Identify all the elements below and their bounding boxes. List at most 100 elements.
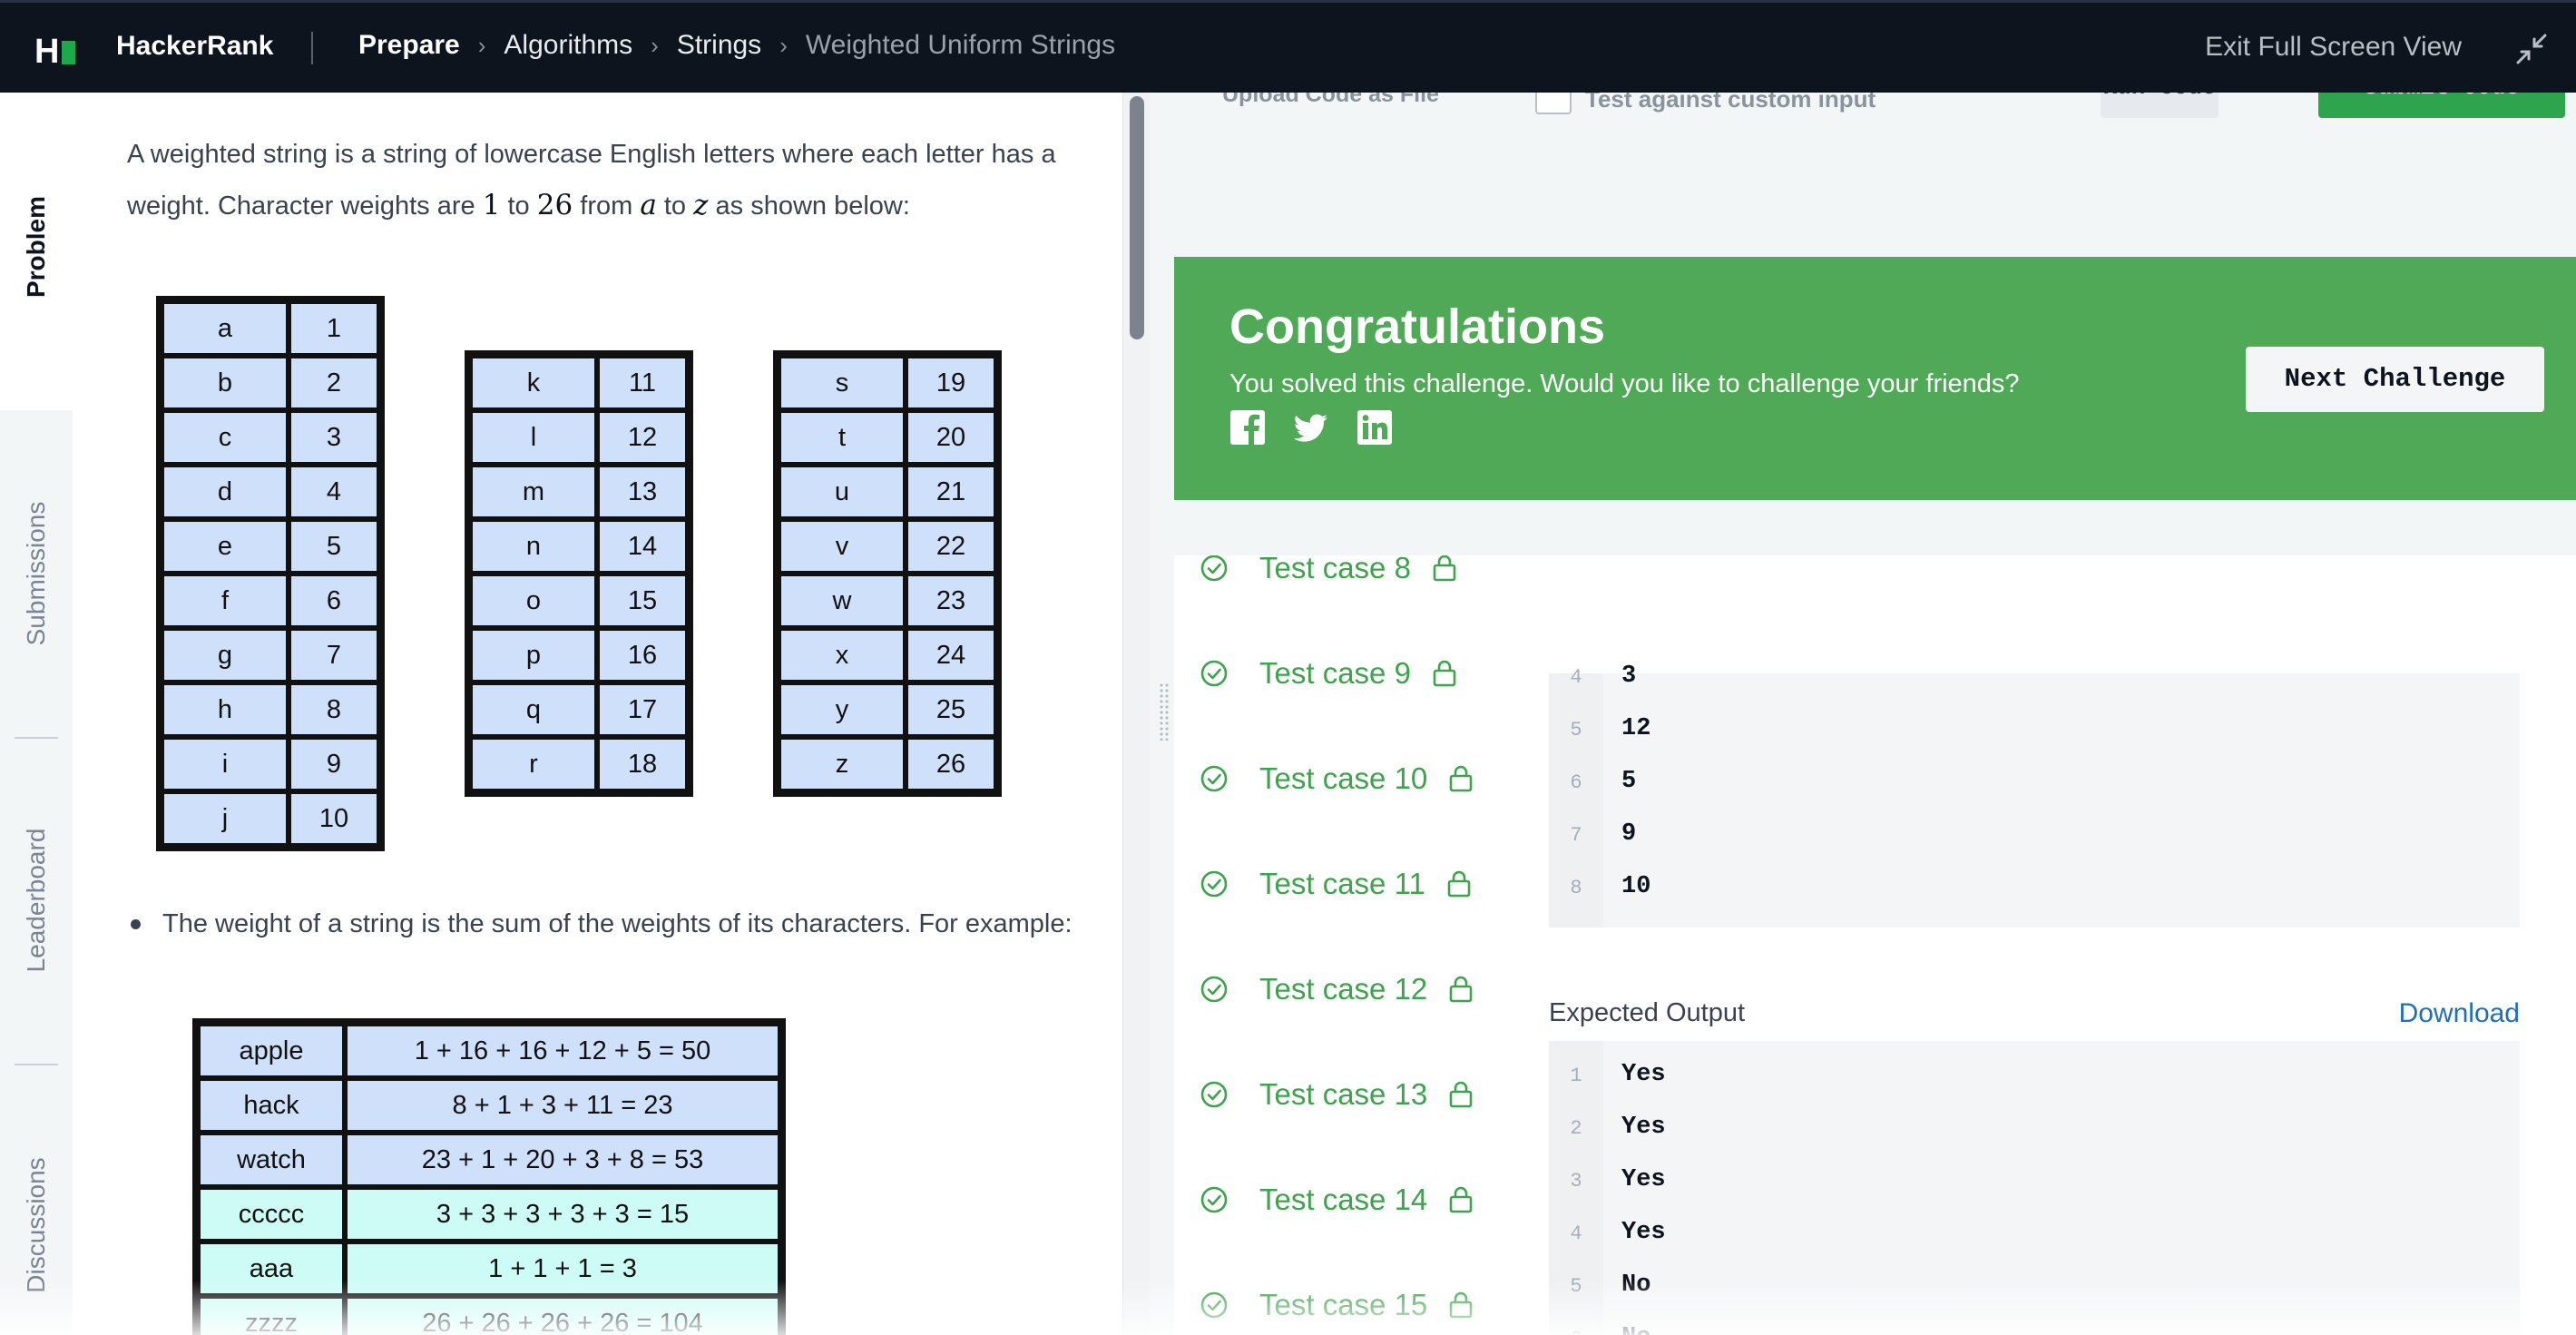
submit-code-button[interactable]: Submit Code <box>2318 93 2565 118</box>
upload-code-link[interactable]: Upload Code as File <box>1222 93 1439 108</box>
test-case-item[interactable]: Test case 10 <box>1200 761 1473 797</box>
input-viewer: 4 3 5 12 6 5 7 9 8 10 <box>1549 663 2520 928</box>
check-circle-icon <box>1200 1291 1228 1319</box>
line-number: 8 <box>1570 877 1582 899</box>
breadcrumb-prepare[interactable]: Prepare <box>358 30 460 61</box>
exit-fullscreen-link[interactable]: Exit Full Screen View <box>2205 32 2462 63</box>
test-case-item[interactable]: Test case 13 <box>1200 1076 1473 1113</box>
weight-row: g7 <box>162 628 379 682</box>
letter-cell: z <box>779 737 906 791</box>
test-case-item[interactable]: Test case 8 <box>1200 555 1456 586</box>
intro-from: from <box>580 191 633 221</box>
weight-cell: 13 <box>597 465 688 519</box>
output-value: Yes <box>1621 1114 1666 1141</box>
weight-row: s 19 <box>779 356 996 410</box>
test-case-item[interactable]: Test case 9 <box>1200 655 1456 692</box>
collapse-arrows-icon[interactable] <box>2516 34 2547 64</box>
lock-icon <box>1449 976 1473 1003</box>
intro-to-2: to <box>663 191 687 221</box>
linkedin-icon[interactable] <box>1357 409 1393 446</box>
tab-divider <box>15 1064 58 1065</box>
line-number: 5 <box>1570 1275 1582 1298</box>
letter-cell: p <box>470 628 597 682</box>
line-value: 3 <box>1621 663 1637 690</box>
breadcrumb-strings[interactable]: Strings <box>677 30 761 61</box>
line-number: 7 <box>1570 824 1582 847</box>
line-value: 5 <box>1621 768 1637 795</box>
brand-name[interactable]: HackerRank <box>116 31 273 62</box>
weight-cell: 12 <box>597 410 688 465</box>
weight-row: r 18 <box>470 737 688 791</box>
example-word: watch <box>198 1133 345 1187</box>
weight-row: l 12 <box>470 410 688 465</box>
letter-cell: y <box>779 682 906 737</box>
weight-cell: 10 <box>289 791 379 846</box>
weights-table-s-z: s 19 t 20 u 21 v 22 w 23 x 24 y 25 z 26 <box>773 350 1002 797</box>
test-case-item[interactable]: Test case 15 <box>1200 1287 1473 1323</box>
weight-row: q 17 <box>470 682 688 737</box>
check-circle-icon <box>1200 660 1228 687</box>
hackerrank-logo[interactable]: H <box>34 33 76 72</box>
top-navbar: H HackerRank Prepare › Algorithms › Stri… <box>0 0 2576 93</box>
social-share-buttons <box>1229 409 1393 446</box>
example-word: aaa <box>198 1242 345 1296</box>
test-case-item[interactable]: Test case 12 <box>1200 971 1473 1007</box>
breadcrumb-algorithms[interactable]: Algorithms <box>504 30 632 61</box>
weight-cell: 17 <box>597 682 688 737</box>
lock-icon <box>1449 1081 1473 1108</box>
example-sum: 1 + 1 + 1 = 3 <box>345 1242 780 1296</box>
facebook-icon[interactable] <box>1229 409 1266 446</box>
lock-icon <box>1447 870 1471 898</box>
line-value: 9 <box>1621 820 1637 848</box>
letter-cell: e <box>162 519 289 574</box>
scrollbar-thumb[interactable] <box>1130 96 1144 339</box>
output-value: Yes <box>1621 1166 1666 1193</box>
example-row: apple 1 + 16 + 16 + 12 + 5 = 50 <box>198 1024 780 1078</box>
next-challenge-button[interactable]: Next Challenge <box>2246 347 2544 412</box>
example-sum: 23 + 1 + 20 + 3 + 8 = 53 <box>345 1133 780 1187</box>
example-word: hack <box>198 1078 345 1133</box>
weight-cell: 22 <box>906 519 996 574</box>
lock-icon <box>1433 660 1456 687</box>
lock-icon <box>1433 555 1456 582</box>
problem-scrollbar[interactable] <box>1122 93 1150 1335</box>
line-number: 4 <box>1570 1222 1582 1245</box>
example-sum: 3 + 3 + 3 + 3 + 3 = 15 <box>345 1187 780 1242</box>
tab-problem[interactable]: Problem <box>22 196 51 298</box>
weight-cell: 6 <box>289 574 379 628</box>
download-link[interactable]: Download <box>2399 998 2520 1029</box>
sidebar-tabs: Problem Submissions Leaderboard Discussi… <box>0 93 73 1335</box>
weight-cell: 18 <box>597 737 688 791</box>
twitter-icon[interactable] <box>1293 409 1329 446</box>
weight-row: i9 <box>162 737 379 791</box>
weight-row: j 10 <box>162 791 379 846</box>
letter-cell: s <box>779 356 906 410</box>
line-value: 12 <box>1621 715 1651 742</box>
tab-submissions[interactable]: Submissions <box>22 502 51 646</box>
run-code-button[interactable]: Run Code <box>2101 93 2218 118</box>
letter-cell: r <box>470 737 597 791</box>
line-number: 6 <box>1570 771 1582 794</box>
weight-row: o 15 <box>470 574 688 628</box>
tab-discussions[interactable]: Discussions <box>22 1157 51 1292</box>
custom-input-checkbox[interactable] <box>1535 93 1572 114</box>
expected-output-label: Expected Output <box>1549 998 1746 1027</box>
resize-handle[interactable] <box>1159 682 1170 741</box>
logo-green-bar <box>62 40 76 64</box>
letter-cell: b <box>162 356 289 410</box>
breadcrumb-current: Weighted Uniform Strings <box>805 30 1116 60</box>
example-sum: 26 + 26 + 26 + 26 = 104 <box>345 1296 780 1335</box>
intro-to: to <box>507 191 530 221</box>
tab-leaderboard[interactable]: Leaderboard <box>22 829 51 973</box>
example-sum: 8 + 1 + 3 + 11 = 23 <box>345 1078 780 1133</box>
weight-row: a1 <box>162 301 379 356</box>
output-value: No <box>1621 1271 1651 1299</box>
letter-cell: v <box>779 519 906 574</box>
weight-cell: 20 <box>906 410 996 465</box>
weight-row: c3 <box>162 410 379 465</box>
letter-cell: q <box>470 682 597 737</box>
test-case-item[interactable]: Test case 14 <box>1200 1182 1473 1218</box>
line-number: 3 <box>1570 1170 1582 1193</box>
test-case-item[interactable]: Test case 11 <box>1200 866 1471 902</box>
line-number: 5 <box>1570 719 1582 741</box>
